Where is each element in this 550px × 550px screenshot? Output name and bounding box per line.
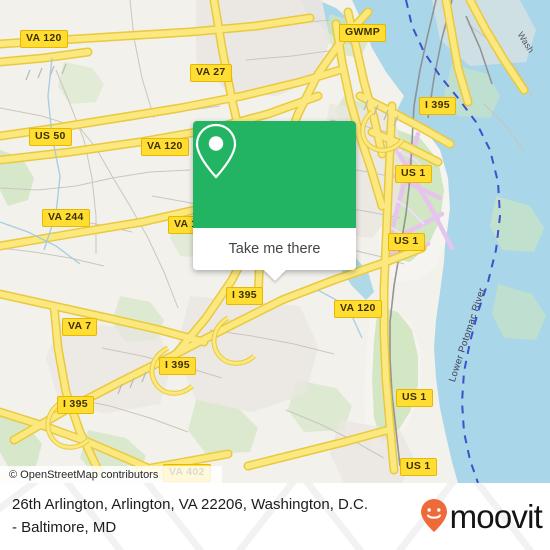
moovit-wordmark: moovit [449, 497, 543, 535]
road-shield: US 1 [395, 165, 432, 183]
moovit-pin-icon [420, 499, 447, 532]
popup-tail [263, 270, 286, 281]
moovit-brand[interactable]: moovit [419, 497, 543, 535]
road-shield: I 395 [419, 97, 456, 115]
address-line-2: - Baltimore, MD [12, 519, 117, 536]
road-shield: VA 244 [42, 209, 90, 227]
osm-attribution-text: © OpenStreetMap contributors [9, 468, 159, 481]
road-shield: US 1 [396, 389, 433, 407]
footer-bar: 26th Arlington, Arlington, VA 22206, Was… [0, 483, 550, 550]
road-shield: I 395 [226, 287, 263, 305]
road-shield: GWMP [339, 24, 387, 42]
map-canvas[interactable]: VA 120 VA 27 GWMP I 395 US 50 VA 120 VA … [0, 0, 550, 483]
map-pin-icon [195, 123, 237, 179]
address-line-1: 26th Arlington, Arlington, VA 22206, Was… [12, 496, 369, 513]
location-address: 26th Arlington, Arlington, VA 22206, Was… [12, 493, 432, 539]
road-shield: VA 120 [20, 30, 68, 48]
take-me-there-label: Take me there [228, 241, 321, 257]
popup-header [193, 121, 356, 228]
road-shield: VA 120 [334, 300, 382, 318]
osm-attribution[interactable]: © OpenStreetMap contributors [0, 466, 222, 483]
road-shield: US 1 [388, 233, 425, 251]
road-shield: VA 27 [190, 64, 232, 82]
road-shield: US 1 [400, 458, 437, 476]
road-shield: US 50 [29, 128, 72, 146]
destination-popup[interactable]: Take me there [193, 121, 356, 281]
road-shield: I 395 [159, 357, 196, 375]
road-shield: VA 120 [141, 138, 189, 156]
road-shield: VA 7 [62, 318, 98, 336]
screenshot-root: VA 120 VA 27 GWMP I 395 US 50 VA 120 VA … [0, 0, 550, 550]
road-shield: I 395 [57, 396, 94, 414]
popup-footer[interactable]: Take me there [193, 228, 356, 281]
